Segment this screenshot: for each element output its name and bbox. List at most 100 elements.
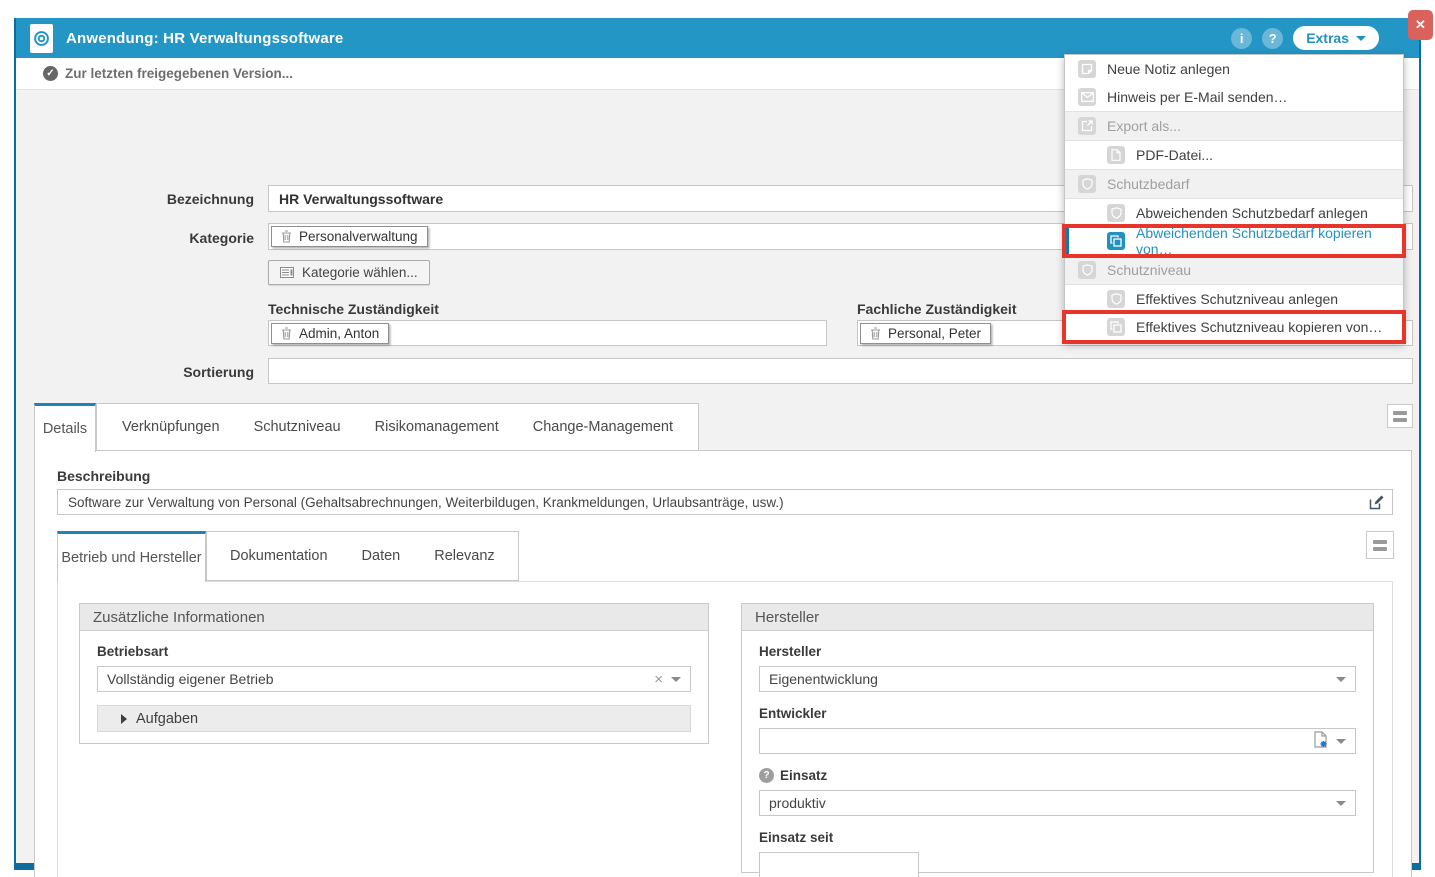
- shield-icon: [1078, 175, 1096, 193]
- triangle-right-icon: [121, 714, 127, 724]
- einsatz-select[interactable]: produktiv: [759, 790, 1356, 816]
- chevron-down-icon: [1336, 801, 1346, 806]
- check-circle-icon: ✓: [43, 66, 58, 81]
- inner-tab-group: Dokumentation Daten Relevanz: [206, 531, 519, 581]
- beschreibung-field-wrap: [57, 489, 1393, 515]
- new-document-icon[interactable]: [1313, 731, 1328, 751]
- fachliche-zustaendigkeit-label: Fachliche Zuständigkeit: [857, 301, 1016, 317]
- hersteller-groupbox: Hersteller Hersteller Eigenentwicklung E…: [741, 603, 1374, 873]
- menu-item-label: Hinweis per E-Mail senden…: [1107, 89, 1288, 105]
- menu-group-label: Export als...: [1107, 118, 1181, 134]
- menu-group-schutzniveau: Schutzniveau: [1065, 255, 1403, 285]
- tab-risikomanagement[interactable]: Risikomanagement: [358, 419, 516, 435]
- chevron-down-icon: [671, 677, 681, 682]
- tab-verknuepfungen[interactable]: Verknüpfungen: [105, 419, 237, 435]
- einsatz-label: Einsatz: [780, 768, 827, 783]
- tab-schutzniveau[interactable]: Schutzniveau: [237, 419, 358, 435]
- einsatz-value: produktiv: [769, 795, 1328, 811]
- technische-chip-label: Admin, Anton: [299, 326, 379, 341]
- tab-change-management[interactable]: Change-Management: [516, 419, 690, 435]
- close-icon[interactable]: ✕: [1408, 10, 1433, 40]
- betriebsart-label: Betriebsart: [97, 644, 691, 659]
- subtab-content: Zusätzliche Informationen Betriebsart Vo…: [57, 581, 1393, 877]
- betriebsart-value: Vollständig eigener Betrieb: [107, 671, 646, 687]
- view-layout-icon-inner[interactable]: [1366, 531, 1394, 559]
- menu-group-label: Schutzbedarf: [1107, 176, 1190, 192]
- menu-item-schutzbedarf-anlegen[interactable]: Abweichenden Schutzbedarf anlegen: [1065, 199, 1403, 227]
- subtab-relevanz[interactable]: Relevanz: [417, 548, 511, 564]
- help-icon[interactable]: ?: [1262, 28, 1283, 49]
- copy-icon: [1107, 318, 1125, 336]
- menu-group-label: Schutzniveau: [1107, 262, 1191, 278]
- einsatz-seit-label: Einsatz seit: [759, 830, 1356, 845]
- info-icon[interactable]: i: [1231, 28, 1252, 49]
- einsatz-seit-field: [759, 852, 919, 877]
- sortierung-input[interactable]: [269, 359, 1412, 383]
- note-icon: [1078, 60, 1096, 78]
- shield-icon: [1107, 204, 1125, 222]
- kategorie-chip-label: Personalverwaltung: [299, 229, 418, 244]
- details-panel: Beschreibung Betrieb und Hersteller Doku…: [34, 450, 1412, 877]
- technische-zustaendigkeit-label: Technische Zuständigkeit: [268, 301, 439, 317]
- view-layout-icon[interactable]: [1387, 404, 1413, 428]
- menu-item-neue-notiz[interactable]: Neue Notiz anlegen: [1065, 55, 1403, 83]
- entwickler-select[interactable]: [759, 728, 1356, 754]
- subtab-dokumentation[interactable]: Dokumentation: [213, 548, 345, 564]
- outer-tab-group: Verknüpfungen Schutzniveau Risikomanagem…: [96, 403, 699, 451]
- trash-icon: [870, 327, 881, 340]
- subtab-daten[interactable]: Daten: [345, 548, 418, 564]
- sortierung-field-wrap: [268, 358, 1413, 384]
- hersteller-select[interactable]: Eigenentwicklung: [759, 666, 1356, 692]
- menu-item-label: Effektives Schutzniveau kopieren von…: [1136, 319, 1382, 335]
- chevron-down-icon: [1336, 677, 1346, 682]
- sortierung-label: Sortierung: [46, 364, 254, 380]
- tab-details[interactable]: Details: [34, 403, 96, 452]
- menu-item-schutzniveau-kopieren[interactable]: Effektives Schutzniveau kopieren von…: [1065, 313, 1403, 341]
- beschreibung-label: Beschreibung: [57, 468, 150, 484]
- copy-icon: [1107, 232, 1125, 250]
- hersteller-label: Hersteller: [759, 644, 1356, 659]
- menu-item-label: Effektives Schutzniveau anlegen: [1136, 291, 1338, 307]
- aufgaben-collapse[interactable]: Aufgaben: [97, 705, 691, 732]
- extras-dropdown-menu: Neue Notiz anlegen Hinweis per E-Mail se…: [1064, 54, 1404, 342]
- einsatz-seit-input[interactable]: [760, 853, 918, 877]
- chevron-down-icon: [1336, 739, 1346, 744]
- menu-item-pdf-datei[interactable]: PDF-Datei...: [1065, 141, 1403, 169]
- fachliche-chip[interactable]: Personal, Peter: [860, 323, 991, 344]
- zusaetzliche-informationen-groupbox: Zusätzliche Informationen Betriebsart Vo…: [79, 603, 709, 744]
- trash-icon: [281, 230, 292, 243]
- edit-icon[interactable]: [1368, 494, 1385, 516]
- kategorie-chip[interactable]: Personalverwaltung: [271, 226, 428, 247]
- choose-category-button[interactable]: Kategorie wählen...: [268, 260, 430, 285]
- extras-button[interactable]: Extras: [1293, 26, 1379, 50]
- export-icon: [1078, 117, 1096, 135]
- shield-icon: [1107, 290, 1125, 308]
- entwickler-label: Entwickler: [759, 706, 1356, 721]
- einsatz-label-row: ? Einsatz: [759, 768, 1356, 783]
- chevron-down-icon: [1356, 36, 1366, 41]
- menu-item-email-hinweis[interactable]: Hinweis per E-Mail senden…: [1065, 83, 1403, 111]
- menu-item-label: PDF-Datei...: [1136, 147, 1213, 163]
- window-title: Anwendung: HR Verwaltungssoftware: [66, 30, 343, 47]
- zusatz-panel-title: Zusätzliche Informationen: [80, 604, 708, 631]
- shield-icon: [1078, 261, 1096, 279]
- menu-item-label: Abweichenden Schutzbedarf anlegen: [1136, 205, 1368, 221]
- last-released-version-link[interactable]: Zur letzten freigegebenen Version...: [65, 66, 293, 81]
- help-icon-small[interactable]: ?: [759, 768, 774, 783]
- mail-icon: [1078, 88, 1096, 106]
- clear-icon[interactable]: ×: [654, 672, 663, 687]
- menu-item-label: Abweichenden Schutzbedarf kopieren von…: [1136, 225, 1390, 257]
- menu-item-label: Neue Notiz anlegen: [1107, 61, 1230, 77]
- menu-item-schutzbedarf-kopieren[interactable]: Abweichenden Schutzbedarf kopieren von…: [1065, 227, 1403, 255]
- menu-group-schutzbedarf: Schutzbedarf: [1065, 169, 1403, 199]
- aufgaben-label: Aufgaben: [136, 711, 198, 727]
- subtab-betrieb-und-hersteller[interactable]: Betrieb und Hersteller: [57, 531, 206, 582]
- betriebsart-select[interactable]: Vollständig eigener Betrieb ×: [97, 666, 691, 692]
- bezeichnung-label: Bezeichnung: [46, 191, 254, 207]
- technische-zustaendigkeit-field: Admin, Anton: [268, 320, 827, 346]
- menu-item-schutzniveau-anlegen[interactable]: Effektives Schutzniveau anlegen: [1065, 285, 1403, 313]
- kategorie-label: Kategorie: [46, 230, 254, 246]
- beschreibung-input[interactable]: [58, 490, 1392, 514]
- technische-chip[interactable]: Admin, Anton: [271, 323, 389, 344]
- application-icon: [30, 24, 53, 53]
